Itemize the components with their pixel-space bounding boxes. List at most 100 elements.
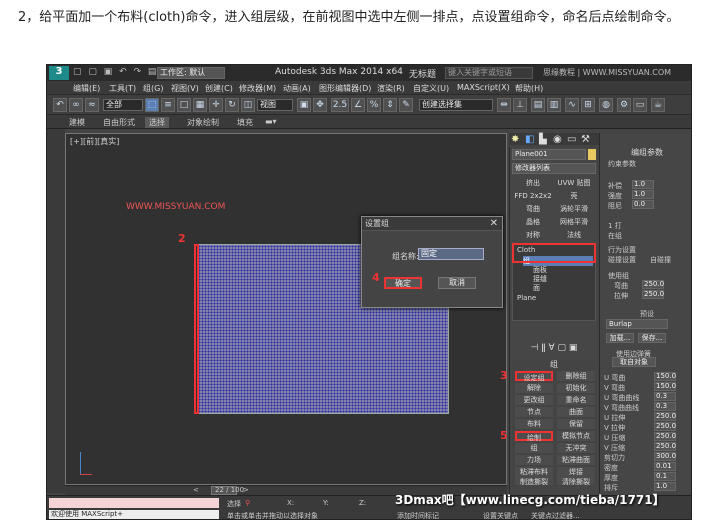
modifier-button[interactable]: 晶格 [513,217,553,227]
ribbon-tab-populate[interactable]: 填充 [237,117,253,128]
attr-value[interactable]: 0.3 [654,402,676,411]
modifier-button[interactable]: 网格平滑 [554,217,594,227]
viewport-label[interactable]: [+][前][真实] [70,136,119,147]
ribbon-options-icon[interactable]: ▬▾ [265,117,277,126]
clear-tear-button[interactable]: 清除撕裂 [557,477,595,486]
coord-system-dropdown[interactable]: 视图 [257,99,293,111]
get-from-object-button[interactable]: 取自对象 [612,357,656,367]
menu-create[interactable]: 创建(C) [205,83,233,94]
cloth-button[interactable]: 布料 [515,419,553,429]
label-collision[interactable]: 碰撞设置 [608,255,636,265]
move-icon[interactable]: ✛ [209,98,223,112]
attr-value[interactable]: 250.0 [654,442,676,451]
value-bend[interactable]: 250.0 [642,280,664,289]
scale-icon[interactable]: ◫ [241,98,255,112]
no-collide-button[interactable]: 无冲突 [557,443,595,453]
selection-filter-dropdown[interactable]: 全部 [103,99,143,111]
object-name-field[interactable]: Plane001 [512,149,586,160]
edit-named-sets-icon[interactable]: ✎ [399,98,413,112]
maxscript-listener-output[interactable] [49,498,219,508]
delete-group-button[interactable]: 删除组 [557,371,595,381]
sticky-cloth-button[interactable]: 粘滞布料 [515,467,553,477]
menu-views[interactable]: 视图(V) [171,83,199,94]
label-self-collide[interactable]: 自碰撞 [650,255,671,265]
render-setup-icon[interactable]: ⚙ [617,98,631,112]
attr-value[interactable]: 0.01 [654,462,676,471]
modifier-button[interactable]: 对称 [513,230,553,240]
lock-icon[interactable]: ⚲ [245,499,250,507]
detach-button[interactable]: 解除 [515,383,553,393]
label-behavior[interactable]: 行为设置 [608,245,636,255]
value-strength[interactable]: 1.0 [632,190,654,199]
menu-animation[interactable]: 动画(A) [283,83,311,94]
motion-tab-icon[interactable]: ◉ [553,134,562,145]
rename-button[interactable]: 重命名 [557,395,595,405]
percent-snap-icon[interactable]: % [367,98,381,112]
mirror-icon[interactable]: ⇹ [497,98,511,112]
attr-value[interactable]: 300.0 [654,452,676,461]
menu-modifiers[interactable]: 修改器(M) [239,83,276,94]
sim-node-button[interactable]: 模拟节点 [557,431,595,441]
label-in-group[interactable]: 在组 [608,231,622,241]
ribbon-tab-selection[interactable]: 选择 [145,117,169,128]
link-icon[interactable]: ∞ [69,98,83,112]
modifier-button[interactable]: 壳 [554,191,594,201]
named-selection-dropdown[interactable]: 创建选择集 [419,99,493,111]
render-frame-icon[interactable]: ▭ [633,98,647,112]
attr-value[interactable]: 1.0 [654,482,676,491]
attr-value[interactable]: 150.0 [654,382,676,391]
menu-edit[interactable]: 编辑(E) [73,83,100,94]
set-key-button[interactable]: 设置关键点 [483,511,518,519]
ribbon-toggle-icon[interactable]: ▥ [547,98,561,112]
menu-help[interactable]: 帮助(H) [515,83,543,94]
modifier-button[interactable]: FFD 2x2x2 [513,191,553,201]
modifier-button[interactable]: 涡轮平滑 [554,204,594,214]
attr-value[interactable]: 250.0 [654,412,676,421]
value-compensation[interactable]: 1.0 [632,180,654,189]
ribbon-tab-object-paint[interactable]: 对象绘制 [187,117,219,128]
preserve-button[interactable]: 保留 [557,419,595,429]
cancel-button[interactable]: 取消 [438,277,476,289]
rotate-icon[interactable]: ↻ [225,98,239,112]
utilities-tab-icon[interactable]: ⚒ [581,134,590,145]
ribbon-tab-freeform[interactable]: 自由形式 [103,117,135,128]
time-prev-button[interactable]: < [193,486,199,494]
stack-plane[interactable]: Plane [517,294,536,302]
search-input[interactable]: 键入关键字或短语 [445,67,533,79]
curve-editor-icon[interactable]: ∿ [565,98,579,112]
initialize-button[interactable]: 初始化 [557,383,595,393]
attr-value[interactable]: 250.0 [654,432,676,441]
value-damping[interactable]: 0.0 [632,200,654,209]
select-by-name-icon[interactable]: ≡ [161,98,175,112]
modify-tab-icon[interactable]: ◧ [525,134,534,145]
time-next-button[interactable]: > [243,486,249,494]
select-object-icon[interactable]: ⬚ [145,98,159,112]
rect-region-icon[interactable]: □ [177,98,191,112]
label-hit[interactable]: 1 打 [608,221,622,231]
manipulate-icon[interactable]: ✥ [313,98,327,112]
stack-face-level[interactable]: 面 [533,283,540,293]
weld-button[interactable]: 焊接 [557,467,595,477]
schematic-icon[interactable]: ⊞ [581,98,595,112]
save-button[interactable]: 保存... [638,333,666,343]
object-color-swatch[interactable] [588,149,596,160]
attr-value[interactable]: 150.0 [654,372,676,381]
surface-button[interactable]: 曲面 [557,407,595,417]
menu-maxscript[interactable]: MAXScript(X) [457,83,510,92]
label-use-group[interactable]: 使用组 [608,271,629,281]
stack-tools-icons[interactable]: ⊣ ǁ ∀ ▢ ▣ [512,343,596,353]
ribbon-tab-modeling[interactable]: 建模 [69,117,85,128]
value-stretch[interactable]: 250.0 [642,290,664,299]
modifier-button[interactable]: 挤出 [513,178,553,188]
ok-button[interactable]: 确定 [384,277,422,289]
sticky-surface-button[interactable]: 粘滞曲面 [557,455,595,465]
load-button[interactable]: 加载... [606,333,634,343]
modifier-button[interactable]: 弯曲 [513,204,553,214]
key-filters-button[interactable]: 关键点过滤器... [531,511,580,519]
maxscript-mini-listener[interactable]: 欢迎使用 MAXScript+ [49,510,219,519]
undo-icon[interactable]: ↶ [53,98,67,112]
attr-value[interactable]: 0.3 [654,392,676,401]
attr-value[interactable]: 0.1 [654,472,676,481]
workspace-dropdown[interactable]: 工作区: 默认 [157,67,225,79]
app-logo-icon[interactable]: 3 [49,66,69,80]
